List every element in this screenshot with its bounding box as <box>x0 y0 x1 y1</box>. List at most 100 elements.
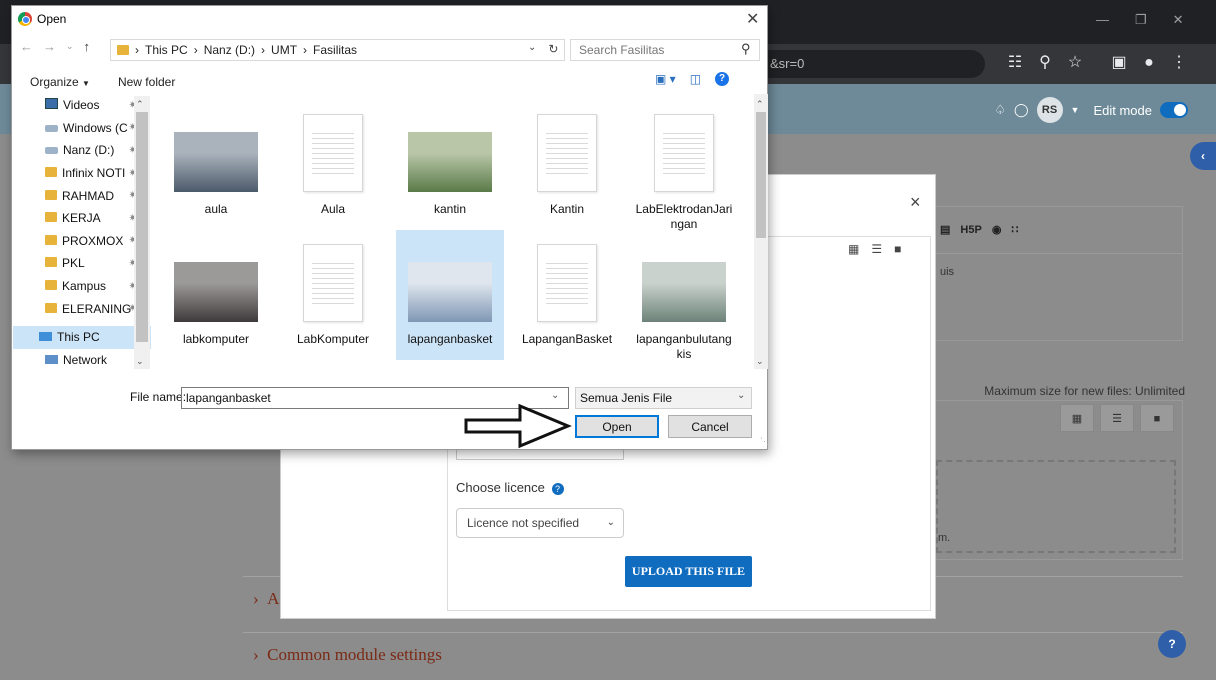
grid-view-icon[interactable]: ▦ <box>1060 404 1094 432</box>
chevron-down-icon[interactable]: ▼ <box>1071 105 1080 115</box>
nav-item[interactable]: This PC <box>13 325 151 349</box>
annotation-arrow-icon <box>464 403 572 449</box>
nav-item[interactable]: PKL ✷ <box>13 252 151 275</box>
image-thumbnail-icon <box>174 132 258 192</box>
avatar[interactable]: RS <box>1036 97 1063 123</box>
resize-grip-icon[interactable]: ⋱ <box>760 436 769 447</box>
file-list-scrollbar-thumb[interactable] <box>756 112 766 238</box>
file-manager-view-buttons: ▦ ☰ ■ <box>1060 404 1174 432</box>
change-view-icon[interactable]: ▣ ▾ <box>655 72 676 86</box>
side-panel-icon[interactable]: ▣ <box>1108 53 1130 75</box>
scroll-down-icon[interactable]: ⌄ <box>136 356 144 367</box>
document-icon <box>537 244 597 322</box>
chevron-down-icon[interactable]: ⌄ <box>737 390 745 401</box>
folder-view-icon[interactable]: ■ <box>894 242 901 256</box>
chevron-down-icon[interactable]: ⌄ <box>551 390 559 401</box>
modal-close-button[interactable]: × <box>910 192 921 213</box>
nav-item[interactable]: Videos ✷ <box>13 94 151 117</box>
chrome-logo-icon <box>18 12 32 26</box>
menu-icon[interactable]: ⋮ <box>1168 53 1190 75</box>
file-type-select[interactable]: Semua Jenis File <box>575 387 752 409</box>
edit-mode-toggle[interactable] <box>1160 102 1188 118</box>
nav-item[interactable]: Windows (C ✷ <box>13 117 151 140</box>
window-controls: — ❐ ✕ <box>1096 12 1184 28</box>
restore-icon[interactable]: ❐ <box>1135 12 1147 28</box>
open-button[interactable]: Open <box>575 415 659 438</box>
search-input[interactable]: Search Fasilitas <box>570 39 760 61</box>
folder-view-icon[interactable]: ■ <box>1140 404 1174 432</box>
address-breadcrumb[interactable]: › This PC › Nanz (D:) › UMT › Fasilitas <box>110 39 565 61</box>
nav-item[interactable]: PROXMOX ✷ <box>13 230 151 253</box>
file-tile[interactable]: lapanganbulutangkis <box>630 230 738 361</box>
scroll-up-icon[interactable]: ⌃ <box>756 99 764 110</box>
h5p-button[interactable]: H5P <box>960 224 981 236</box>
list-view-icon[interactable]: ☰ <box>871 242 882 256</box>
file-tile[interactable]: kantin <box>396 100 504 230</box>
nav-item-label: Windows (C <box>63 120 128 135</box>
nav-item[interactable]: RAHMAD ✷ <box>13 184 151 207</box>
translate-icon[interactable]: ☷ <box>1004 53 1026 75</box>
file-name: LabElektrodanJaringan <box>635 202 733 231</box>
image-thumbnail-icon <box>174 262 258 322</box>
licence-select[interactable]: Licence not specified ⌄ <box>456 508 624 538</box>
help-icon[interactable]: ? <box>551 483 564 495</box>
list-view-icon[interactable]: ☰ <box>1100 404 1134 432</box>
file-tile[interactable]: LabKomputer <box>279 230 387 360</box>
file-tile[interactable]: lapanganbasket <box>396 230 504 360</box>
scroll-down-icon[interactable]: ⌄ <box>756 356 764 367</box>
bookmark-star-icon[interactable]: ☆ <box>1064 53 1086 75</box>
search-icon: ⚲ <box>741 41 751 56</box>
nav-item[interactable]: KERJA ✷ <box>13 207 151 230</box>
nav-item[interactable]: Nanz (D:) ✷ <box>13 139 151 162</box>
preview-pane-icon[interactable]: ◫ <box>690 72 701 86</box>
navigation-scrollbar-thumb[interactable] <box>136 112 148 342</box>
file-tile[interactable]: aula <box>162 100 270 230</box>
grid-view-icon[interactable]: ▦ <box>848 242 859 256</box>
file-tile[interactable]: LapanganBasket <box>513 230 621 360</box>
nav-item[interactable]: Kampus ✷ <box>13 275 151 298</box>
breadcrumb-umt[interactable]: UMT <box>271 43 297 57</box>
nav-item[interactable]: Infinix NOTI ✷ <box>13 162 151 185</box>
nav-item[interactable]: ELERANING ✷ <box>13 297 151 320</box>
file-tile[interactable]: labkomputer <box>162 230 270 360</box>
scroll-up-icon[interactable]: ⌃ <box>136 99 144 110</box>
breadcrumb-this-pc[interactable]: This PC <box>145 43 188 57</box>
notification-bell-icon[interactable]: ♤ <box>994 102 1006 118</box>
profile-icon[interactable]: ● <box>1138 53 1160 75</box>
upload-file-button[interactable]: UPLOAD THIS FILE <box>625 556 752 587</box>
nav-item-label: Nanz (D:) <box>63 143 115 158</box>
forward-arrow-icon[interactable]: → <box>43 39 56 54</box>
nav-item[interactable]: Network <box>13 349 151 369</box>
dialog-close-icon[interactable]: ✕ <box>746 9 759 29</box>
recent-chevron-icon[interactable]: ⌄ <box>66 41 74 52</box>
navbar-user-menu: ♤ ◯ RS ▼ Edit mode <box>994 96 1188 124</box>
minimize-icon[interactable]: — <box>1096 12 1109 28</box>
zoom-icon[interactable]: ⚲ <box>1034 53 1056 75</box>
media-icon[interactable]: ▤ <box>940 223 950 236</box>
organize-button[interactable]: Organize ▼ <box>30 75 90 89</box>
cancel-button[interactable]: Cancel <box>668 415 752 438</box>
file-tile[interactable]: Kantin <box>513 100 621 230</box>
file-name-label: File name: <box>130 390 187 404</box>
accessibility-icon[interactable]: ◉ <box>992 223 1002 236</box>
breadcrumb-fasilitas[interactable]: Fasilitas <box>313 43 357 57</box>
drawer-toggle-button[interactable]: ‹ <box>1190 142 1216 170</box>
new-folder-button[interactable]: New folder <box>118 75 175 89</box>
grid-icon[interactable]: ∷ <box>1011 223 1018 236</box>
file-tile[interactable]: Aula <box>279 100 387 230</box>
help-button[interactable]: ? <box>1158 630 1186 658</box>
refresh-icon[interactable]: ↻ <box>548 42 558 56</box>
breadcrumb-separator-icon: › <box>135 43 139 57</box>
chevron-down-icon[interactable]: ⌄ <box>528 42 536 56</box>
help-icon[interactable]: ? <box>715 72 730 86</box>
messages-icon[interactable]: ◯ <box>1014 102 1029 118</box>
close-icon[interactable]: ✕ <box>1173 12 1184 28</box>
file-dropzone[interactable] <box>936 460 1176 553</box>
up-arrow-icon[interactable]: ↑ <box>84 39 91 54</box>
back-arrow-icon[interactable]: ← <box>20 39 33 54</box>
nav-item-label: ELERANING <box>62 301 132 316</box>
address-bar[interactable]: &sr=0 <box>760 50 985 78</box>
file-tile[interactable]: LabElektrodanJaringan <box>630 100 738 231</box>
breadcrumb-drive[interactable]: Nanz (D:) <box>204 43 255 57</box>
section-collapse-common-module-settings[interactable]: › Common module settings <box>243 632 1183 676</box>
